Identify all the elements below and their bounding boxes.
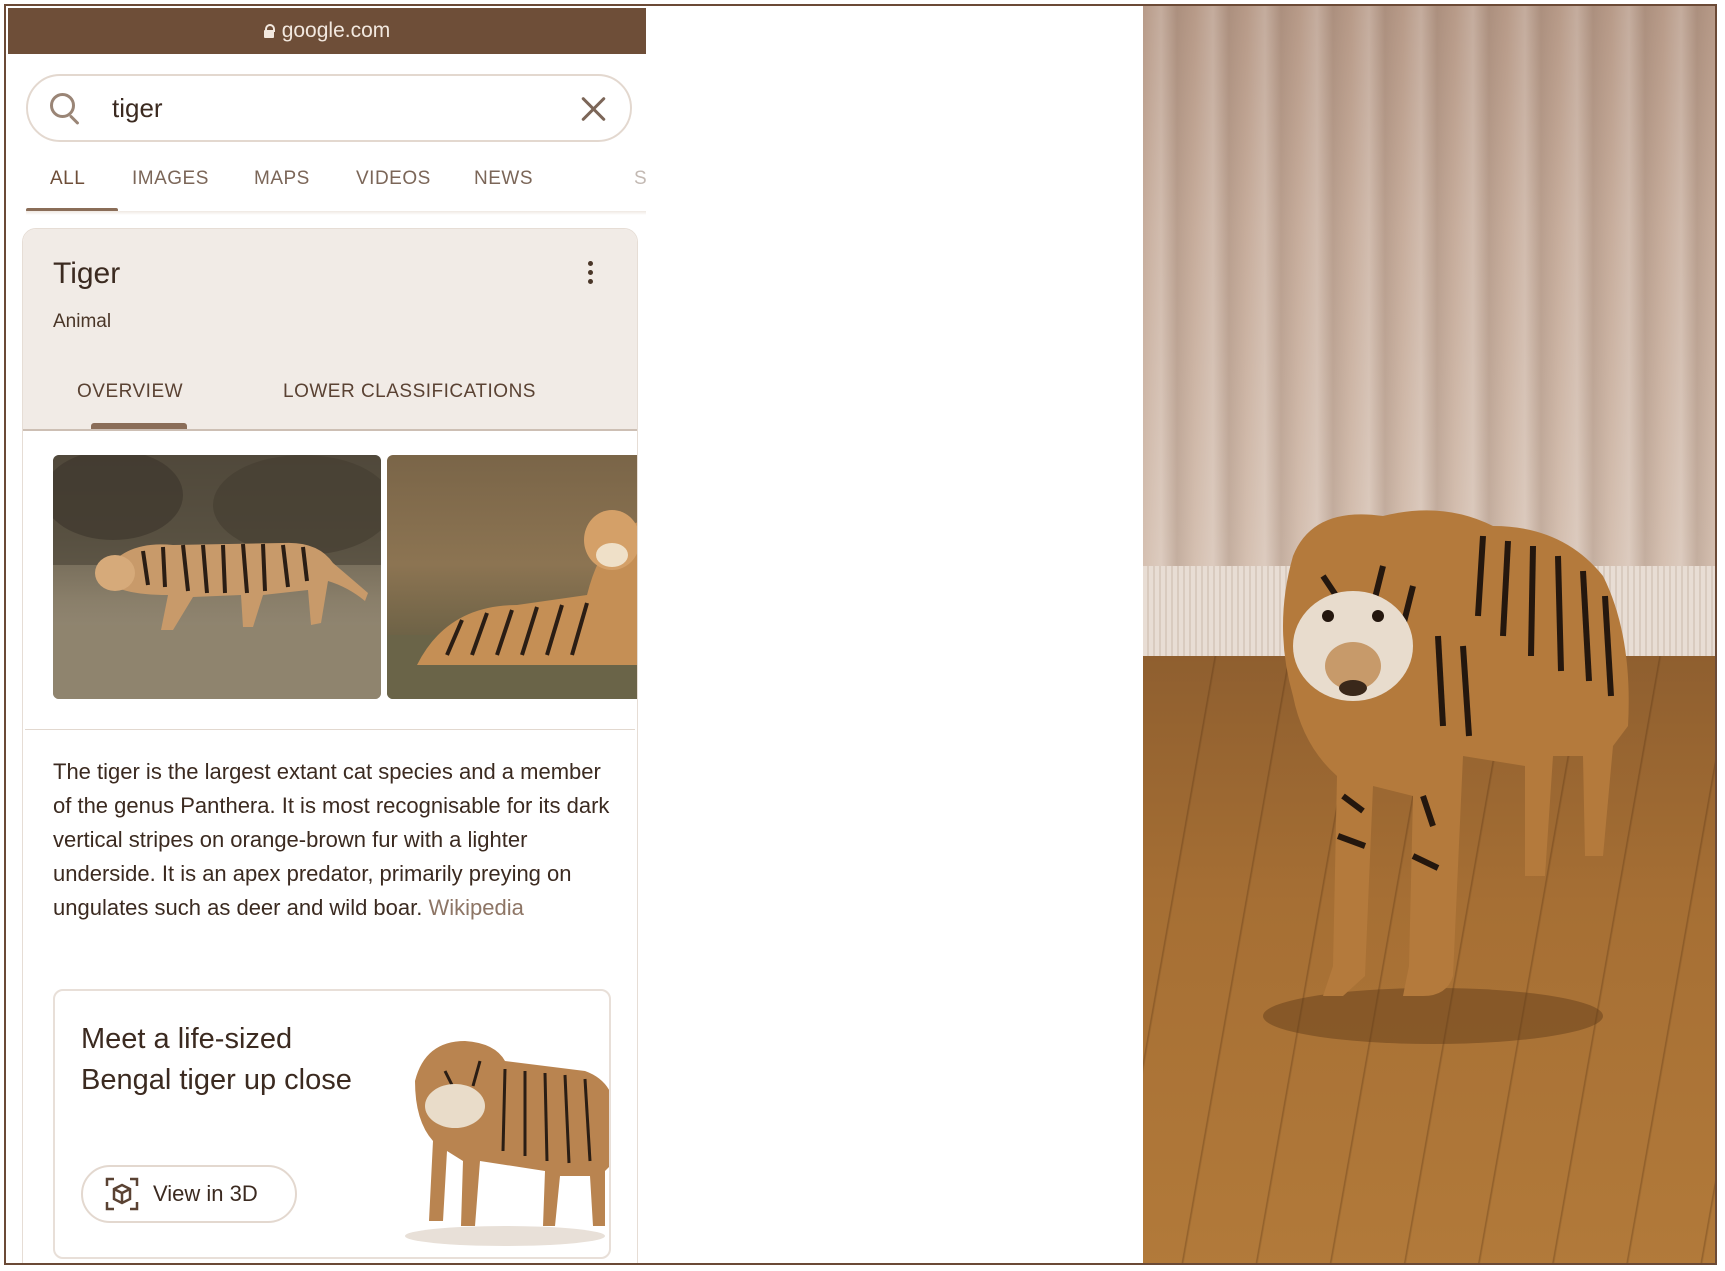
promo-text: Meet a life-sized Bengal tiger up close: [81, 1023, 352, 1096]
description-text: The tiger is the largest extant cat spec…: [53, 755, 613, 925]
tab-shopping-partial[interactable]: S: [634, 168, 646, 190]
tab-all[interactable]: ALL: [50, 168, 85, 190]
tabs-divider: [26, 211, 646, 215]
tab-news[interactable]: NEWS: [474, 168, 533, 190]
view-in-3d-label: View in 3D: [153, 1181, 258, 1206]
tab-overview[interactable]: OVERVIEW: [77, 381, 183, 403]
screenshot-frame: google.com ALL IMAGES MAPS VIDEOS NEWS S…: [4, 4, 1717, 1265]
search-input[interactable]: [110, 91, 544, 125]
tab-maps[interactable]: MAPS: [254, 168, 310, 190]
url-text: google.com: [281, 19, 391, 42]
panel-header-divider: [23, 429, 637, 431]
search-icon[interactable]: [48, 91, 82, 125]
view-in-3d-button[interactable]: View in 3D: [81, 1165, 297, 1223]
section-divider: [25, 729, 635, 730]
panel-subtitle: Animal: [53, 311, 112, 332]
tab-images[interactable]: IMAGES: [132, 168, 209, 190]
phone-search-screen: google.com ALL IMAGES MAPS VIDEOS NEWS S…: [6, 6, 646, 1263]
tab-lower-classifications[interactable]: LOWER CLASSIFICATIONS: [283, 381, 536, 403]
close-icon[interactable]: [578, 93, 608, 123]
tiger-image-2[interactable]: [387, 455, 637, 699]
background-curtain: [1143, 6, 1715, 566]
description-body: The tiger is the largest extant cat spec…: [53, 759, 610, 920]
ar-promo-card: Meet a life-sized Bengal tiger up close …: [53, 989, 611, 1259]
more-vert-icon[interactable]: [588, 261, 594, 285]
lock-icon: [263, 23, 275, 38]
search-box[interactable]: [26, 74, 632, 142]
tiger-3d-thumbnail: [405, 1041, 609, 1246]
knowledge-panel-header: Tiger Animal OVERVIEW LOWER CLASSIFICATI…: [23, 229, 637, 431]
3d-cube-icon: [105, 1177, 139, 1211]
panel-title: Tiger: [53, 257, 121, 290]
browser-url-bar[interactable]: google.com: [8, 8, 646, 54]
tab-videos[interactable]: VIDEOS: [356, 168, 431, 190]
ar-camera-view: [1143, 6, 1715, 1263]
wikipedia-link[interactable]: Wikipedia: [428, 895, 523, 920]
ar-tiger-model: [1263, 510, 1629, 1044]
tiger-image-1[interactable]: [53, 455, 381, 699]
knowledge-panel: Tiger Animal OVERVIEW LOWER CLASSIFICATI…: [22, 228, 638, 1263]
search-nav-tabs: ALL IMAGES MAPS VIDEOS NEWS S: [26, 158, 646, 212]
